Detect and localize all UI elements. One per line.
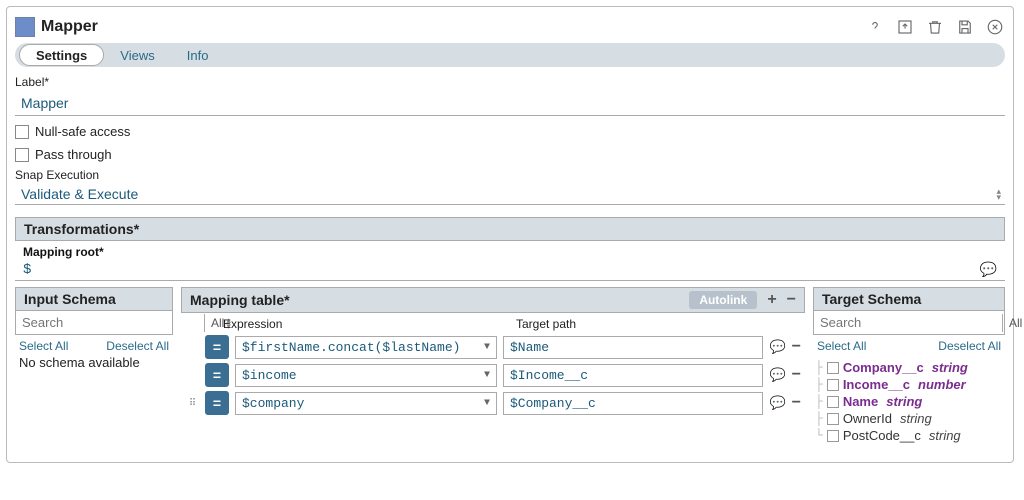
target-schema-header: Target Schema [813, 287, 1005, 311]
export-icon[interactable] [895, 17, 915, 37]
chevron-down-icon[interactable]: ▼ [484, 398, 490, 409]
autolink-button[interactable]: Autolink [689, 291, 757, 309]
expression-input[interactable]: $firstName.concat($lastName) ▼ [235, 336, 497, 359]
input-select-all[interactable]: Select All [19, 339, 68, 353]
mapping-root-input[interactable] [23, 262, 974, 278]
target-schema-search[interactable] [814, 311, 1002, 334]
trash-icon[interactable] [925, 17, 945, 37]
tree-item[interactable]: ├ OwnerId string [815, 410, 1003, 427]
target-select-all[interactable]: Select All [817, 339, 866, 353]
chevron-down-icon[interactable]: ▼ [484, 370, 490, 381]
tab-info[interactable]: Info [171, 46, 225, 65]
transformations-header: Transformations* [15, 217, 1005, 241]
mapper-icon [15, 17, 35, 37]
tree-item[interactable]: ├ Name string [815, 393, 1003, 410]
panel-title: Mapper [41, 18, 98, 36]
snap-exec-label: Snap Execution [15, 168, 1005, 182]
tree-checkbox[interactable] [827, 430, 839, 442]
input-deselect-all[interactable]: Deselect All [106, 339, 169, 353]
tree-checkbox[interactable] [827, 413, 839, 425]
expression-toggle[interactable]: = [205, 363, 229, 387]
tree-item[interactable]: └ PostCode__c string [815, 427, 1003, 444]
null-safe-label: Null-safe access [35, 124, 130, 139]
tree-checkbox[interactable] [827, 362, 839, 374]
save-icon[interactable] [955, 17, 975, 37]
row-remove-button[interactable]: − [792, 366, 801, 384]
mapping-root-label: Mapping root* [15, 245, 1005, 259]
drag-handle-icon[interactable]: ⠿ [185, 398, 199, 409]
target-path-input[interactable]: $Income__c [503, 364, 763, 387]
help-icon[interactable] [865, 17, 885, 37]
comment-icon[interactable]: 💬 [769, 395, 785, 411]
target-schema: Target Schema All ▴▾ Select All Deselect… [813, 287, 1005, 448]
pass-through-checkbox[interactable] [15, 148, 29, 162]
row-remove-button[interactable]: − [792, 394, 801, 412]
target-path-input[interactable]: $Name [503, 336, 763, 359]
input-schema-empty: No schema available [15, 355, 173, 370]
input-schema-header: Input Schema [15, 287, 173, 311]
target-tree: ├ Company__c string ├ Income__c number ├… [813, 355, 1005, 448]
expression-input[interactable]: $income ▼ [235, 364, 497, 387]
snap-exec-select[interactable]: Validate & Execute ▴▾ [15, 184, 1005, 205]
tab-settings[interactable]: Settings [19, 44, 104, 66]
mapper-panel: Mapper Settings Views Info Label* [6, 6, 1014, 463]
expression-toggle[interactable]: = [205, 391, 229, 415]
comment-icon[interactable]: 💬 [769, 339, 785, 355]
tree-checkbox[interactable] [827, 379, 839, 391]
label-field-label: Label* [15, 75, 1005, 89]
comment-icon[interactable]: 💬 [769, 367, 785, 383]
row-remove-button[interactable]: − [792, 338, 801, 356]
null-safe-checkbox[interactable] [15, 125, 29, 139]
tree-checkbox[interactable] [827, 396, 839, 408]
mapping-row: = $firstName.concat($lastName) ▼ $Name 💬… [181, 333, 805, 361]
mapping-table-header: Mapping table* Autolink + − [181, 287, 805, 313]
remove-row-button[interactable]: − [787, 291, 796, 309]
label-input[interactable] [15, 91, 1005, 116]
pass-through-label: Pass through [35, 147, 112, 162]
tree-item[interactable]: ├ Company__c string [815, 359, 1003, 376]
target-schema-all[interactable]: All ▴▾ [1002, 314, 1024, 332]
target-deselect-all[interactable]: Deselect All [938, 339, 1001, 353]
tree-item[interactable]: ├ Income__c number [815, 376, 1003, 393]
add-row-button[interactable]: + [767, 291, 776, 309]
expression-input[interactable]: $company ▼ [235, 392, 497, 415]
expression-toggle[interactable]: = [205, 335, 229, 359]
input-schema: Input Schema All ▴▾ Select All Deselect … [15, 287, 173, 370]
comment-icon[interactable]: 💬 [980, 261, 997, 278]
input-schema-search[interactable] [16, 311, 204, 334]
col-expression-label: Expression [223, 317, 508, 331]
mapping-row: = $income ▼ $Income__c 💬 − [181, 361, 805, 389]
mapping-row: ⠿ = $company ▼ $Company__c 💬 − [181, 389, 805, 417]
snap-exec-value: Validate & Execute [21, 186, 138, 202]
header: Mapper [15, 17, 1005, 43]
col-target-label: Target path [516, 317, 799, 331]
chevron-down-icon[interactable]: ▼ [484, 342, 490, 353]
stepper-icon: ▴▾ [996, 188, 1001, 200]
tabs: Settings Views Info [15, 43, 1005, 67]
target-path-input[interactable]: $Company__c [503, 392, 763, 415]
mapping-table: Mapping table* Autolink + − Expression T… [181, 287, 805, 417]
close-icon[interactable] [985, 17, 1005, 37]
tab-views[interactable]: Views [104, 46, 170, 65]
